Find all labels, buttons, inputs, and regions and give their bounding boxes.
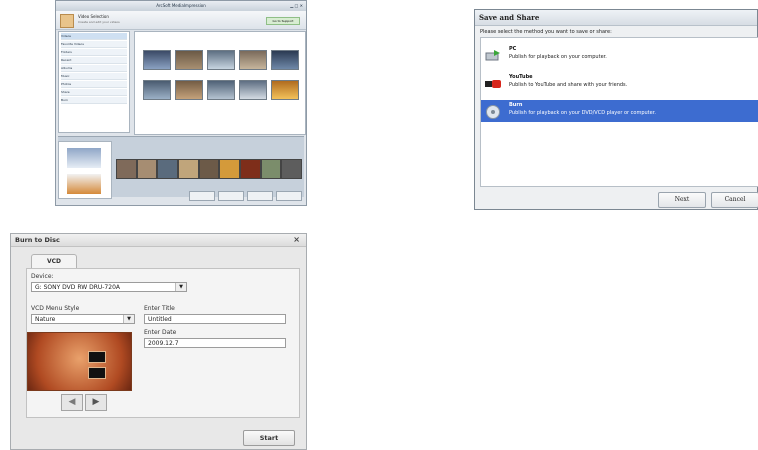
filmstrip-frame[interactable] <box>117 160 136 178</box>
cancel-button[interactable]: Cancel <box>711 192 758 208</box>
video-thumbnail[interactable] <box>239 80 267 100</box>
tab-vcd[interactable]: VCD <box>31 254 77 268</box>
nav-item[interactable]: Albums <box>61 65 127 72</box>
header-title: Video Selection <box>78 14 109 19</box>
enter-date-label: Enter Date <box>144 329 177 336</box>
media-impression-window: ArcSoft MediaImpression ▁ □ ✕ Video Sele… <box>55 0 307 206</box>
nav-item[interactable]: Recent <box>61 57 127 64</box>
support-button[interactable]: Go to Support <box>266 17 300 25</box>
app-logo-icon <box>60 14 74 28</box>
nav-item[interactable]: Music <box>61 73 127 80</box>
video-thumbnail[interactable] <box>271 50 299 70</box>
import-button[interactable] <box>218 191 244 201</box>
preview-thumbnail-slot <box>88 351 106 363</box>
filmstrip-frame[interactable] <box>220 160 240 178</box>
video-thumbnail[interactable] <box>207 80 235 100</box>
dialog-title-bar: Burn to Disc × <box>11 234 306 247</box>
dialog-title: Burn to Disc <box>15 236 60 244</box>
youtube-icon <box>485 76 501 90</box>
preview-thumbnail-slot <box>88 367 106 379</box>
start-button[interactable]: Start <box>243 430 295 446</box>
video-thumbnail[interactable] <box>143 80 171 100</box>
title-input[interactable]: Untitled <box>144 314 286 324</box>
storyboard-panel <box>58 141 112 199</box>
nav-item[interactable]: Videos <box>61 33 127 40</box>
option-title: Burn <box>509 102 523 108</box>
date-input[interactable]: 2009.12.7 <box>144 338 286 348</box>
nav-item[interactable]: Share <box>61 89 127 96</box>
film-strip <box>116 159 302 179</box>
video-thumbnail[interactable] <box>239 50 267 70</box>
option-pc[interactable]: PC Publish for playback on your computer… <box>481 44 758 66</box>
menu-style-value: Nature <box>35 316 56 323</box>
chevron-down-icon: ▼ <box>123 315 134 323</box>
disc-icon <box>485 104 501 119</box>
option-title: YouTube <box>509 74 533 80</box>
save-movie-button[interactable] <box>247 191 273 201</box>
filmstrip-frame[interactable] <box>158 160 178 178</box>
menu-style-label: VCD Menu Style <box>31 305 80 312</box>
nav-item[interactable]: Photos <box>61 81 127 88</box>
next-button[interactable]: Next <box>658 192 706 208</box>
left-navigation: Videos Favorite Videos Folders Recent Al… <box>58 31 130 133</box>
option-description: Publish for playback on your computer. <box>509 54 607 60</box>
video-thumbnail[interactable] <box>143 50 171 70</box>
header-subtitle: Create and edit your videos <box>78 20 120 24</box>
device-label: Device: <box>31 273 54 280</box>
video-thumbnail[interactable] <box>207 50 235 70</box>
filmstrip-frame[interactable] <box>199 160 219 178</box>
option-burn[interactable]: Burn Publish for playback on your DVD/VC… <box>481 100 758 122</box>
option-title: PC <box>509 46 517 52</box>
filmstrip-frame[interactable] <box>179 160 198 178</box>
chevron-down-icon: ▼ <box>175 283 186 291</box>
option-youtube[interactable]: YouTube Publish to YouTube and share wit… <box>481 72 758 94</box>
device-select[interactable]: G: SONY DVD RW DRU-720A ▼ <box>31 282 187 292</box>
filmstrip-frame[interactable] <box>261 160 281 178</box>
option-description: Publish for playback on your DVD/VCD pla… <box>509 110 656 116</box>
nav-item[interactable]: Favorite Videos <box>61 41 127 48</box>
device-value: G: SONY DVD RW DRU-720A <box>35 284 120 291</box>
previous-style-button[interactable]: ◀ <box>61 394 83 411</box>
main-title-bar: ArcSoft MediaImpression ▁ □ ✕ <box>56 1 306 11</box>
nav-item[interactable]: Burn <box>61 97 127 104</box>
video-thumbnail[interactable] <box>175 50 203 70</box>
story-thumbnail[interactable] <box>67 174 101 194</box>
preview-button[interactable] <box>189 191 215 201</box>
share-prompt: Please select the method you want to sav… <box>480 29 612 35</box>
menu-style-preview <box>27 332 132 391</box>
bottom-toolbar <box>116 191 302 201</box>
filmstrip-frame[interactable] <box>137 160 157 178</box>
filmstrip-frame[interactable] <box>241 160 260 178</box>
story-thumbnail[interactable] <box>67 148 101 168</box>
main-window-title: ArcSoft MediaImpression <box>156 3 206 8</box>
next-style-button[interactable]: ▶ <box>85 394 107 411</box>
enter-title-label: Enter Title <box>144 305 175 312</box>
option-description: Publish to YouTube and share with your f… <box>509 82 628 88</box>
window-controls[interactable]: ▁ □ ✕ <box>290 1 303 11</box>
share-options-list: PC Publish for playback on your computer… <box>480 37 758 187</box>
save-and-share-dialog: Save and Share Please select the method … <box>474 9 758 210</box>
nav-item[interactable]: Folders <box>61 49 127 56</box>
burn-to-disc-dialog: Burn to Disc × VCD Device: G: SONY DVD R… <box>10 233 307 450</box>
share-button[interactable] <box>276 191 302 201</box>
dialog-title: Save and Share <box>475 10 757 26</box>
media-thumbnail-grid <box>134 31 306 135</box>
filmstrip-frame[interactable] <box>282 160 302 178</box>
video-thumbnail[interactable] <box>271 80 299 100</box>
menu-style-select[interactable]: Nature ▼ <box>31 314 135 324</box>
video-thumbnail[interactable] <box>175 80 203 100</box>
close-icon[interactable]: × <box>293 234 300 246</box>
pc-icon <box>485 48 501 62</box>
app-header: Video Selection Create and edit your vid… <box>56 11 306 30</box>
